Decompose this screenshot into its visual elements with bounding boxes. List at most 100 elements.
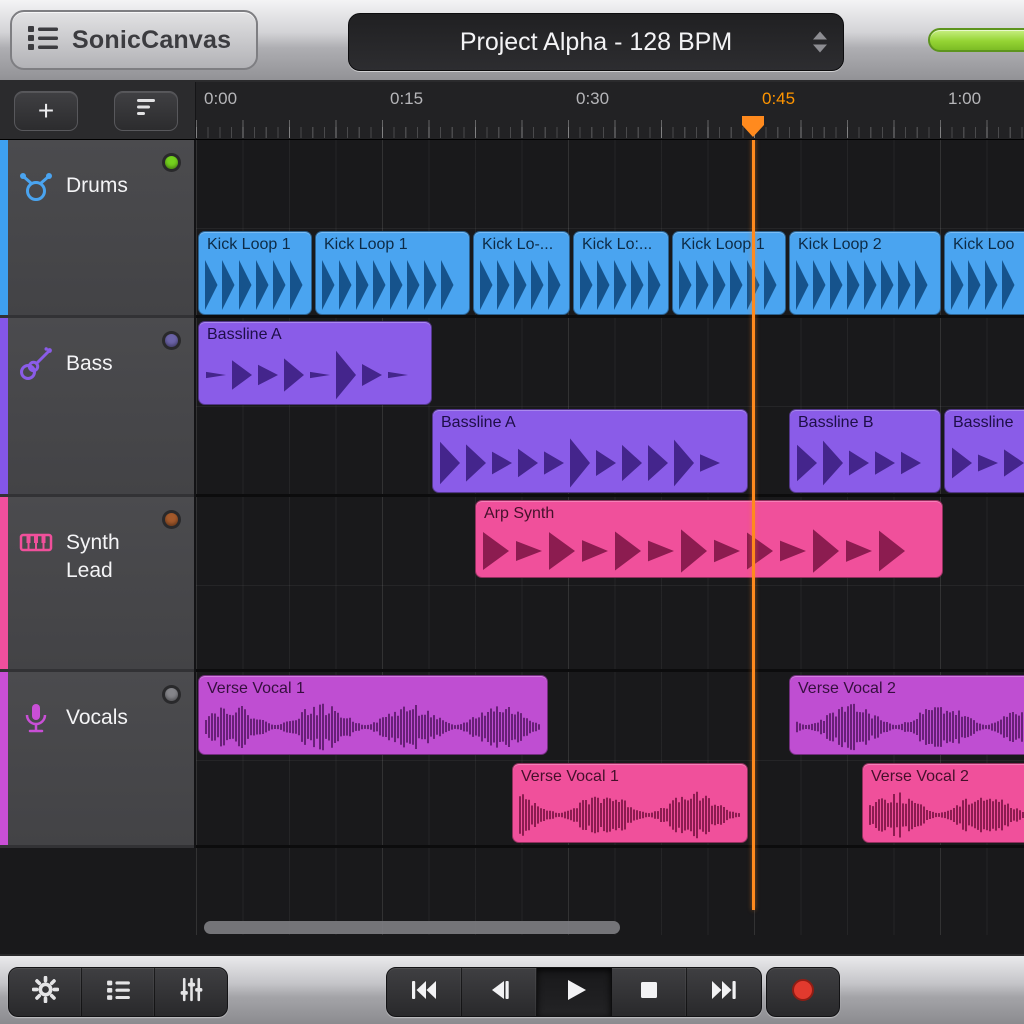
clip-label: Kick Loo <box>953 236 1014 254</box>
stepper-arrows-icon <box>813 32 827 53</box>
master-volume-slider[interactable] <box>928 28 1024 52</box>
waveform <box>950 436 1024 490</box>
skip-to-start-button[interactable] <box>387 968 462 1016</box>
audio-clip[interactable]: Kick Loo <box>944 231 1024 315</box>
track-color-stripe <box>0 497 8 669</box>
waveform <box>481 527 937 575</box>
app-title: SonicCanvas <box>72 26 231 55</box>
clip-label: Kick Loop 1 <box>324 236 408 254</box>
audio-clip[interactable]: Bassline B <box>789 409 941 493</box>
ruler-time-label: 0:30 <box>576 89 609 109</box>
track-sort-button[interactable] <box>114 91 178 131</box>
track-header-drums[interactable]: Drums <box>0 140 194 318</box>
record-group <box>766 967 840 1017</box>
mixer-button[interactable] <box>155 968 227 1016</box>
waveform <box>204 348 426 402</box>
waveform <box>204 702 542 752</box>
waveform <box>868 790 1024 840</box>
app-window: Kick Loop 1 Kick Loop 1 Kick Lo-... Kick Lo… <box>0 0 1024 1024</box>
clip-label: Bassline A <box>441 414 516 432</box>
tracks-view-button[interactable] <box>82 968 155 1016</box>
audio-clip[interactable]: Verse Vocal 1 <box>198 675 548 755</box>
waveform <box>479 258 564 312</box>
drums-icon <box>16 166 56 206</box>
audio-clip[interactable]: Verse Vocal 1 <box>512 763 748 843</box>
clip-label: Bassline A <box>207 326 282 344</box>
view-buttons <box>8 967 228 1017</box>
clip-label: Arp Synth <box>484 505 554 523</box>
audio-clip[interactable]: Kick Loop 1 <box>315 231 470 315</box>
track-status-dot[interactable] <box>165 513 178 526</box>
waveform <box>678 258 780 312</box>
gear-icon <box>32 976 59 1008</box>
audio-clip[interactable]: Verse Vocal 2 <box>862 763 1024 843</box>
waveform <box>204 258 306 312</box>
clip-label: Bassline B <box>798 414 874 432</box>
clip-label: Kick Lo:... <box>582 236 652 254</box>
record-icon <box>788 977 818 1008</box>
ruler-time-label: 0:00 <box>204 89 237 109</box>
audio-clip[interactable]: Kick Loop 1 <box>198 231 312 315</box>
audio-clip[interactable]: Verse Vocal 2 <box>789 675 1024 755</box>
step-back-icon <box>484 978 514 1007</box>
audio-clip[interactable]: Kick Loop 1 <box>672 231 786 315</box>
audio-clip[interactable]: Bassline <box>944 409 1024 493</box>
playhead-marker[interactable] <box>742 116 764 143</box>
track-color-stripe <box>0 672 8 845</box>
clip-label: Verse Vocal 1 <box>521 768 619 786</box>
track-header-column: Drums Bass Synth Lead Vocals <box>0 140 196 848</box>
top-toolbar: SonicCanvas Project Alpha - 128 BPM <box>0 0 1024 82</box>
horizontal-scrollbar[interactable] <box>204 921 620 934</box>
track-name: Bass <box>66 350 158 378</box>
track-color-stripe <box>0 140 8 315</box>
track-name: Synth Lead <box>66 529 158 586</box>
clip-label: Verse Vocal 2 <box>798 680 896 698</box>
track-name: Drums <box>66 172 158 200</box>
play-button[interactable] <box>537 968 612 1016</box>
step-back-button[interactable] <box>462 968 537 1016</box>
lane-divider <box>196 585 1024 586</box>
ruler-time-label: 1:00 <box>948 89 981 109</box>
audio-clip[interactable]: Bassline A <box>198 321 432 405</box>
audio-clip[interactable]: Kick Lo-... <box>473 231 570 315</box>
track-status-dot[interactable] <box>165 334 178 347</box>
play-icon <box>559 978 589 1007</box>
mixer-icon <box>178 976 205 1008</box>
track-color-stripe <box>0 318 8 494</box>
lane-divider <box>196 406 1024 407</box>
waveform <box>795 702 1024 752</box>
project-selector[interactable]: Project Alpha - 128 BPM <box>348 13 844 71</box>
playhead-line[interactable] <box>752 132 755 910</box>
audio-clip[interactable]: Arp Synth <box>475 500 943 578</box>
clip-label: Verse Vocal 1 <box>207 680 305 698</box>
ruler-time-label: 0:45 <box>762 89 795 109</box>
lane-divider <box>196 228 1024 229</box>
settings-button[interactable] <box>9 968 82 1016</box>
track-header-bass[interactable]: Bass <box>0 318 194 497</box>
app-menu-button[interactable]: SonicCanvas <box>10 10 258 70</box>
skip-end-icon <box>709 978 739 1007</box>
waveform <box>795 436 935 490</box>
waveform <box>795 258 935 312</box>
skip-to-end-button[interactable] <box>687 968 761 1016</box>
add-track-button[interactable]: + <box>14 91 78 131</box>
ruler-major-ticks <box>196 120 1024 138</box>
track-name: Vocals <box>66 704 158 732</box>
record-button[interactable] <box>767 968 839 1016</box>
stop-button[interactable] <box>612 968 687 1016</box>
track-header-vocals[interactable]: Vocals <box>0 672 194 848</box>
track-status-dot[interactable] <box>165 688 178 701</box>
audio-clip[interactable]: Kick Loop 2 <box>789 231 941 315</box>
keys-icon <box>16 523 56 563</box>
transport-controls <box>386 967 762 1017</box>
waveform <box>321 258 464 312</box>
waveform <box>579 258 663 312</box>
sort-icon <box>133 93 159 129</box>
track-header-synth-lead[interactable]: Synth Lead <box>0 497 194 672</box>
clip-label: Bassline <box>953 414 1013 432</box>
mic-icon <box>16 698 56 738</box>
audio-clip[interactable]: Kick Lo:... <box>573 231 669 315</box>
audio-clip[interactable]: Bassline A <box>432 409 748 493</box>
stop-icon <box>634 978 664 1007</box>
track-status-dot[interactable] <box>165 156 178 169</box>
